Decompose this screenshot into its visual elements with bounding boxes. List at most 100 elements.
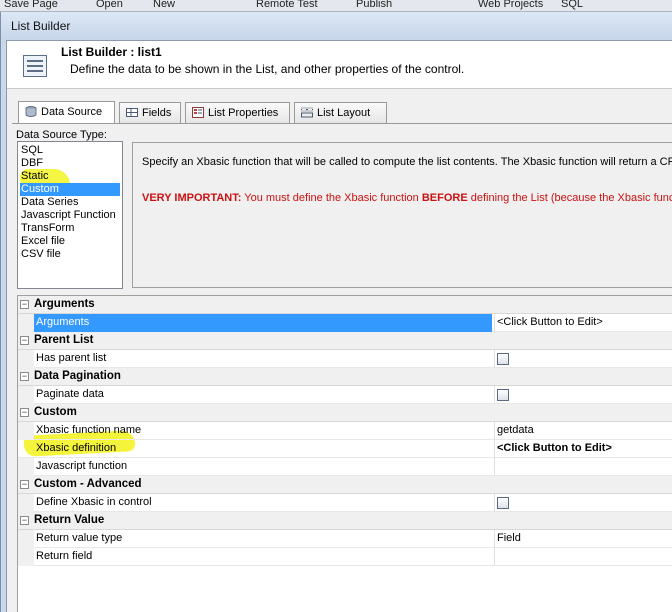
data-source-type-list[interactable]: SQL DBF Static Custom Data Series Javasc… bbox=[17, 141, 123, 289]
prop-name: Xbasic function name bbox=[36, 424, 142, 436]
prop-name: Return value type bbox=[36, 532, 123, 544]
prop-name: Arguments bbox=[34, 314, 492, 332]
ds-item-static[interactable]: Static bbox=[20, 170, 120, 183]
description-line: Specify an Xbasic function that will be … bbox=[142, 156, 672, 168]
taskbar-open[interactable]: Open bbox=[96, 0, 123, 10]
prop-arguments[interactable]: Arguments <Click Button to Edit> bbox=[18, 314, 672, 332]
prop-value[interactable]: Field bbox=[497, 530, 521, 548]
ds-item-data-series[interactable]: Data Series bbox=[20, 196, 120, 209]
prop-return-field[interactable]: Return field bbox=[18, 548, 672, 566]
column-divider bbox=[494, 314, 495, 332]
ds-item-dbf[interactable]: DBF bbox=[20, 157, 120, 170]
column-divider bbox=[494, 458, 495, 476]
tab-divider bbox=[12, 123, 672, 124]
taskbar-sql[interactable]: SQL bbox=[561, 0, 583, 10]
row-gutter bbox=[18, 386, 34, 404]
column-divider bbox=[494, 422, 495, 440]
define-xbasic-checkbox[interactable] bbox=[497, 497, 509, 509]
collapse-icon[interactable]: − bbox=[20, 300, 29, 309]
tab-data-source[interactable]: Data Source bbox=[18, 101, 115, 124]
window-client: List Builder : list1 Define the data to … bbox=[6, 40, 672, 612]
taskbar-web-projects[interactable]: Web Projects bbox=[478, 0, 543, 10]
layout-icon bbox=[301, 107, 313, 118]
prop-xbasic-function-name[interactable]: Xbasic function name getdata bbox=[18, 422, 672, 440]
prop-name: Define Xbasic in control bbox=[36, 496, 152, 508]
category-custom[interactable]: − Custom bbox=[18, 404, 672, 422]
prop-name: Paginate data bbox=[36, 388, 104, 400]
important-bold: BEFORE bbox=[421, 192, 468, 204]
tab-list-layout-label: List Layout bbox=[317, 107, 371, 119]
window-title: List Builder bbox=[11, 19, 71, 33]
collapse-icon[interactable]: − bbox=[20, 480, 29, 489]
column-divider bbox=[494, 350, 495, 368]
category-label: Return Value bbox=[34, 514, 105, 526]
ds-item-excel-file[interactable]: Excel file bbox=[20, 235, 120, 248]
tab-list-properties[interactable]: List Properties bbox=[185, 102, 290, 124]
tab-list-layout[interactable]: List Layout bbox=[294, 102, 387, 124]
row-gutter bbox=[18, 422, 34, 440]
builder-description: Define the data to be shown in the List,… bbox=[70, 62, 465, 76]
prop-value[interactable]: <Click Button to Edit> bbox=[497, 314, 603, 332]
taskbar: Save Page Open New Remote Test Publish W… bbox=[0, 0, 672, 12]
category-label: Custom - Advanced bbox=[34, 478, 142, 490]
fields-icon bbox=[126, 108, 138, 117]
data-source-type-label: Data Source Type: bbox=[16, 129, 107, 141]
category-data-pagination[interactable]: − Data Pagination bbox=[18, 368, 672, 386]
has-parent-list-checkbox[interactable] bbox=[497, 353, 509, 365]
collapse-icon[interactable]: − bbox=[20, 408, 29, 417]
collapse-icon[interactable]: − bbox=[20, 336, 29, 345]
important-prefix: VERY IMPORTANT: bbox=[142, 192, 242, 204]
tab-fields[interactable]: Fields bbox=[119, 102, 181, 124]
column-divider bbox=[494, 494, 495, 512]
prop-define-xbasic-in-control[interactable]: Define Xbasic in control bbox=[18, 494, 672, 512]
column-divider bbox=[494, 440, 495, 458]
prop-xbasic-definition[interactable]: Xbasic definition <Click Button to Edit> bbox=[18, 440, 672, 458]
collapse-icon[interactable]: − bbox=[20, 372, 29, 381]
ds-item-csv-file[interactable]: CSV file bbox=[20, 248, 120, 261]
properties-icon bbox=[192, 107, 204, 118]
prop-name: Return field bbox=[36, 550, 93, 562]
list-builder-window: List Builder List Builder : list1 Define… bbox=[0, 12, 672, 612]
list-icon bbox=[23, 55, 47, 77]
ds-item-sql[interactable]: SQL bbox=[20, 144, 120, 157]
database-icon bbox=[25, 106, 37, 117]
important-note: VERY IMPORTANT: You must define the Xbas… bbox=[142, 192, 672, 204]
column-divider bbox=[494, 530, 495, 548]
row-gutter bbox=[18, 530, 34, 548]
window-titlebar[interactable]: List Builder bbox=[1, 12, 672, 40]
row-gutter bbox=[18, 350, 34, 368]
prop-javascript-function[interactable]: Javascript function bbox=[18, 458, 672, 476]
category-parent-list[interactable]: − Parent List bbox=[18, 332, 672, 350]
prop-name: Has parent list bbox=[36, 352, 107, 364]
ds-item-custom[interactable]: Custom bbox=[20, 183, 120, 196]
row-gutter bbox=[18, 458, 34, 476]
property-grid: − Arguments Arguments <Click Button to E… bbox=[17, 295, 672, 612]
category-custom-advanced[interactable]: − Custom - Advanced bbox=[18, 476, 672, 494]
prop-value[interactable]: <Click Button to Edit> bbox=[497, 440, 612, 458]
prop-name: Javascript function bbox=[36, 460, 128, 472]
category-arguments[interactable]: − Arguments bbox=[18, 296, 672, 314]
taskbar-publish[interactable]: Publish bbox=[356, 0, 392, 10]
paginate-data-checkbox[interactable] bbox=[497, 389, 509, 401]
category-label: Parent List bbox=[34, 334, 94, 346]
collapse-icon[interactable]: − bbox=[20, 516, 29, 525]
taskbar-remote-test[interactable]: Remote Test bbox=[256, 0, 318, 10]
prop-paginate-data[interactable]: Paginate data bbox=[18, 386, 672, 404]
ds-item-javascript-function[interactable]: Javascript Function bbox=[20, 209, 120, 222]
ds-item-transform[interactable]: TransForm bbox=[20, 222, 120, 235]
row-gutter bbox=[18, 494, 34, 512]
tab-list-properties-label: List Properties bbox=[208, 107, 279, 119]
important-suffix: defining the List (because the Xbasic fu… bbox=[467, 192, 672, 204]
taskbar-save-page[interactable]: Save Page bbox=[4, 0, 58, 10]
prop-name: Xbasic definition bbox=[36, 442, 117, 454]
taskbar-new[interactable]: New bbox=[153, 0, 175, 10]
data-source-description: Specify an Xbasic function that will be … bbox=[132, 142, 672, 288]
column-divider bbox=[494, 548, 495, 566]
tab-data-source-label: Data Source bbox=[41, 106, 103, 118]
prop-return-value-type[interactable]: Return value type Field bbox=[18, 530, 672, 548]
important-mid: You must define the Xbasic function bbox=[241, 192, 422, 204]
category-return-value[interactable]: − Return Value bbox=[18, 512, 672, 530]
row-gutter bbox=[18, 548, 34, 566]
prop-value[interactable]: getdata bbox=[497, 422, 534, 440]
prop-has-parent-list[interactable]: Has parent list bbox=[18, 350, 672, 368]
